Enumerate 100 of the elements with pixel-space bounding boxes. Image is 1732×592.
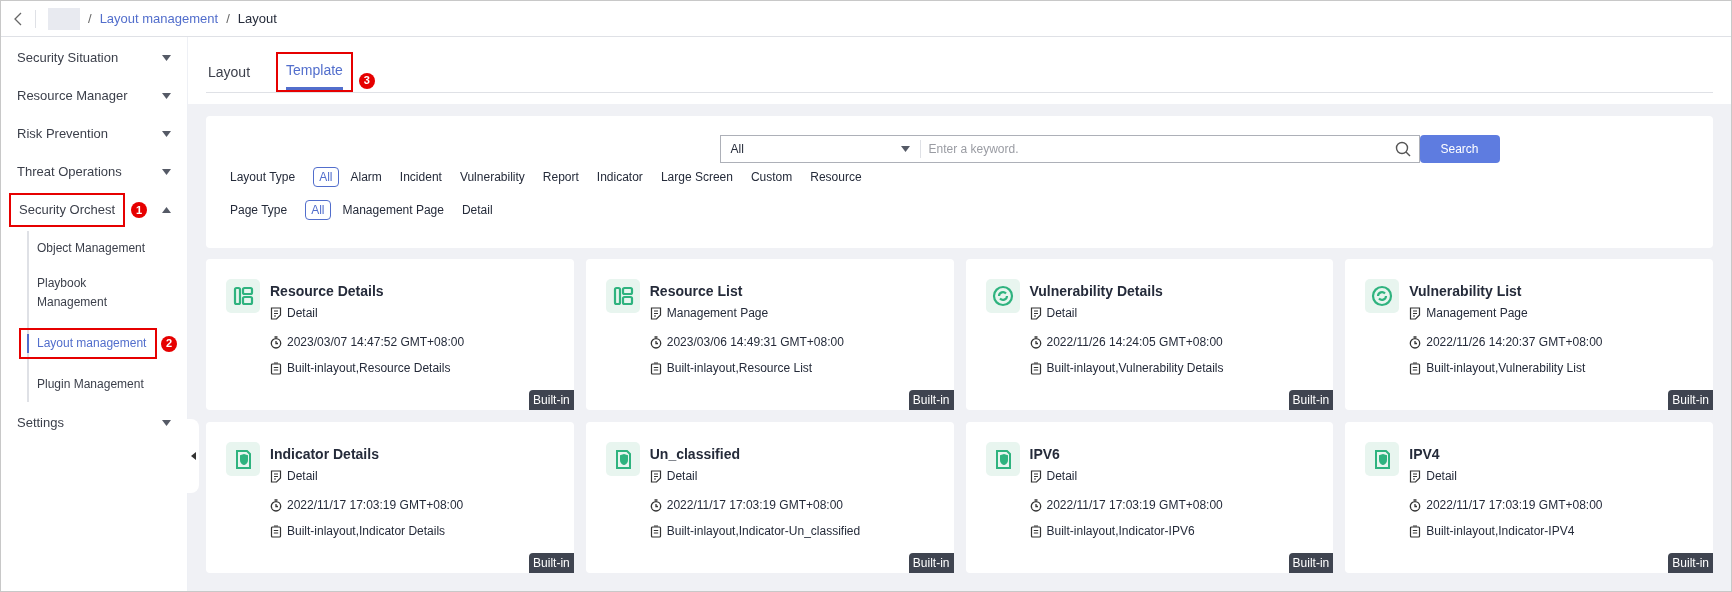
sidebar-group-label: Resource Manager (17, 88, 128, 104)
document-icon (1409, 469, 1422, 483)
template-card[interactable]: Vulnerability List Management Page 2022/11/26 14:20:37 GMT+08:00 Built-inlayout,Vulnerability List Built-in (1345, 259, 1713, 410)
built-in-badge: Built-in (1288, 553, 1334, 573)
sidebar-group-label: Threat Operations (17, 164, 122, 180)
modified-time: 2022/11/17 17:03:19 GMT+08:00 (1046, 497, 1223, 514)
sidebar-group[interactable]: Security Situation (1, 39, 187, 77)
sidebar-item[interactable]: Object Management (29, 239, 153, 258)
tab[interactable]: Layout (208, 62, 251, 92)
sidebar-group[interactable]: Resource Manager (1, 77, 187, 115)
filter-option[interactable]: All (313, 167, 339, 187)
collapse-handle[interactable] (187, 419, 199, 493)
card-title: IPV6 (1029, 445, 1061, 464)
document-icon (270, 306, 282, 320)
sidebar-group[interactable]: Risk Prevention (1, 115, 187, 153)
sidebar-group[interactable]: Threat Operations (1, 153, 187, 191)
document-icon (649, 469, 662, 483)
filter-option[interactable]: Custom (744, 167, 799, 187)
clipboard-icon (1029, 524, 1042, 538)
breadcrumb-current: Layout (237, 9, 277, 28)
sidebar-group[interactable]: Settings (1, 404, 187, 442)
shield-document-icon (985, 442, 1020, 476)
sidebar-group-label: Risk Prevention (17, 126, 109, 142)
filter-option[interactable]: Incident (393, 167, 448, 187)
template-card[interactable]: Un_classified Detail 2022/11/17 17:03:19 GMT+08:00 Built-inlayout,Indicator-Un_classified Built-in (585, 422, 954, 573)
refresh-icon (985, 279, 1020, 313)
document-icon (1029, 469, 1042, 483)
clipboard-icon (649, 361, 662, 375)
clipboard-icon (270, 524, 282, 538)
filter-option[interactable]: Indicator (590, 167, 649, 187)
document-icon (1029, 306, 1042, 320)
built-in-badge: Built-in (529, 553, 574, 573)
card-title: IPV4 (1409, 445, 1441, 464)
built-in-badge: Built-in (1668, 390, 1713, 410)
timer-icon (649, 498, 662, 512)
filter-option[interactable]: Management Page (336, 200, 450, 220)
card-description: Built-inlayout,Resource List (666, 360, 813, 377)
built-in-badge: Built-in (908, 390, 954, 410)
sidebar-group-label: Security Situation (17, 50, 119, 66)
shield-document-icon (605, 442, 640, 476)
shield-document-icon (1365, 442, 1400, 476)
modified-time: 2022/11/17 17:03:19 GMT+08:00 (666, 497, 843, 514)
page-type: Detail (287, 305, 318, 322)
template-card[interactable]: Resource List Management Page 2023/03/06 14:49:31 GMT+08:00 Built-inlayout,Resource List Built-in (585, 259, 954, 410)
filter-option[interactable]: Alarm (344, 167, 388, 187)
built-in-badge: Built-in (529, 390, 574, 410)
back-icon[interactable] (13, 11, 23, 26)
template-card[interactable]: Vulnerability Details Detail 2022/11/26 14:24:05 GMT+08:00 Built-inlayout,Vulnerability Details Built-in (965, 259, 1334, 410)
layout-icon (605, 279, 640, 313)
page-type: Detail (666, 468, 698, 485)
card-description: Built-inlayout,Vulnerability List (1426, 360, 1586, 377)
sidebar-item[interactable]: Playbook Management (29, 274, 153, 312)
clipboard-icon (649, 524, 662, 538)
filter-option[interactable]: Report (536, 167, 585, 187)
card-description: Built-inlayout,Indicator-IPV4 (1426, 523, 1575, 540)
modified-time: 2022/11/17 17:03:19 GMT+08:00 (287, 497, 464, 514)
page-type: Management Page (1426, 305, 1528, 322)
clipboard-icon (270, 361, 282, 375)
modified-time: 2022/11/26 14:20:37 GMT+08:00 (1426, 334, 1603, 351)
built-in-badge: Built-in (1668, 553, 1713, 573)
callout-number: 2 (161, 335, 177, 352)
breadcrumb-link[interactable]: Layout management (99, 8, 219, 29)
card-title: Vulnerability List (1409, 282, 1523, 301)
built-in-badge: Built-in (908, 553, 954, 573)
filter-option[interactable]: Resource (804, 167, 868, 187)
page-type: Detail (287, 468, 318, 485)
sidebar-item[interactable]: Plugin Management (29, 375, 153, 394)
keyword-input[interactable]: Enter a keyword. (920, 140, 1395, 158)
filter-option[interactable]: All (305, 200, 331, 220)
sidebar-group-label: Security Orchest (9, 193, 126, 227)
breadcrumb-separator: / (226, 9, 230, 28)
timer-icon (270, 335, 282, 349)
clipboard-icon (1409, 524, 1422, 538)
template-card[interactable]: IPV4 Detail 2022/11/17 17:03:19 GMT+08:00 Built-inlayout,Indicator-IPV4 Built-in (1345, 422, 1713, 573)
card-description: Built-inlayout,Indicator-Un_classified (666, 523, 861, 540)
timer-icon (270, 498, 282, 512)
template-card[interactable]: Indicator Details Detail 2022/11/17 17:03:19 GMT+08:00 Built-inlayout,Indicator Details Built-in (206, 422, 574, 573)
filter-option[interactable]: Detail (455, 200, 499, 220)
document-icon (649, 306, 662, 320)
callout-number: 1 (131, 202, 148, 218)
caret-up-icon (162, 207, 171, 213)
refresh-icon (1365, 279, 1400, 313)
built-in-badge: Built-in (1288, 390, 1334, 410)
scope-dropdown[interactable]: All (720, 140, 921, 158)
filter-option[interactable]: Vulnerability (453, 167, 531, 187)
search-button[interactable]: Search (1419, 135, 1500, 163)
page-type: Management Page (666, 305, 769, 322)
template-card[interactable]: IPV6 Detail 2022/11/17 17:03:19 GMT+08:00 Built-inlayout,Indicator-IPV6 Built-in (965, 422, 1334, 573)
filter-option[interactable]: Large Screen (654, 167, 739, 187)
clipboard-icon (1029, 361, 1042, 375)
card-title: Vulnerability Details (1029, 282, 1164, 301)
template-card[interactable]: Resource Details Detail 2023/03/07 14:47:52 GMT+08:00 Built-inlayout,Resource Details Built-in (206, 259, 574, 410)
search-field[interactable]: All Enter a keyword. (719, 135, 1420, 163)
card-title: Indicator Details (270, 445, 380, 464)
document-icon (270, 469, 282, 483)
sidebar-group[interactable]: Security Orchest 1 (1, 191, 187, 229)
timer-icon (1409, 335, 1422, 349)
caret-down-icon (162, 55, 171, 61)
filter-label: Layout Type (230, 169, 296, 186)
search-icon (1394, 141, 1411, 157)
